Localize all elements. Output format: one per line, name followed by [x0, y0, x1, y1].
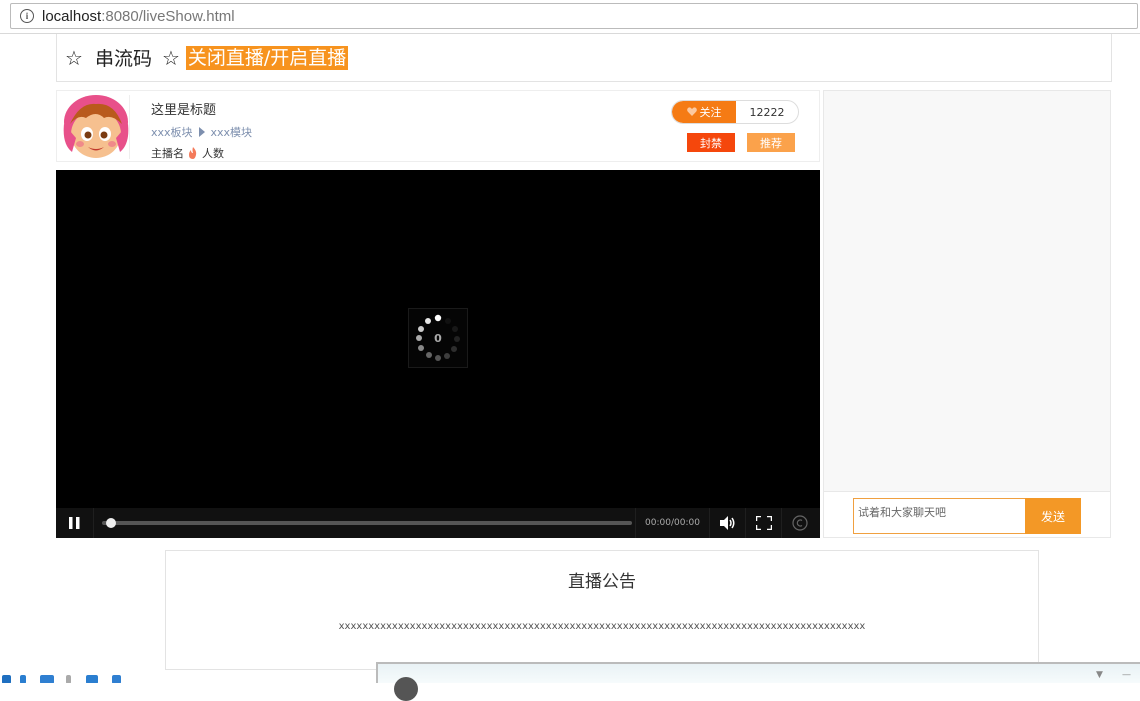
- divider: [129, 95, 130, 159]
- floating-widget[interactable]: ▼ —: [376, 662, 1140, 701]
- toggle-live-button[interactable]: 关闭直播/开启直播: [185, 45, 349, 70]
- stream-key-header: ☆ 串流码 ☆ 关闭直播/开启直播: [56, 34, 1112, 82]
- microphone-icon[interactable]: [20, 675, 26, 683]
- triangle-right-icon: [198, 127, 205, 137]
- anchor-name: 主播名: [151, 147, 184, 160]
- viewer-count-label: 人数: [202, 147, 224, 160]
- time-display: 00:00/00:00: [635, 508, 710, 538]
- chat-input-bar: 发送: [824, 491, 1110, 537]
- chat-input[interactable]: [853, 498, 1026, 534]
- fullscreen-icon[interactable]: [746, 508, 782, 538]
- system-tray: [0, 673, 126, 683]
- chevron-down-icon[interactable]: ▼: [1096, 670, 1106, 680]
- avatar: [394, 677, 418, 701]
- minimize-icon[interactable]: —: [1122, 670, 1132, 680]
- volume-icon[interactable]: [710, 508, 746, 538]
- browser-toolbar: i localhost:8080/liveShow.html: [0, 0, 1140, 34]
- recommend-button[interactable]: 推荐: [747, 133, 795, 152]
- avatar: [63, 95, 129, 158]
- follow-button[interactable]: 关注: [672, 101, 736, 123]
- star-icon: ☆: [161, 45, 180, 70]
- dot-icon: [66, 675, 71, 683]
- stream-key-label: 串流码: [94, 48, 152, 70]
- url-text[interactable]: localhost:8080/liveShow.html: [42, 8, 235, 25]
- fire-icon: [189, 147, 197, 159]
- chat-panel: 发送: [823, 90, 1111, 538]
- follow-label: 关注: [699, 106, 722, 119]
- progress-knob[interactable]: [106, 518, 116, 528]
- video-player[interactable]: 0 00:00/00:00: [56, 170, 820, 538]
- room-info-bar: 这里是标题 xxx板块 xxx模块 主播名 人数 关注 12222 封禁 推荐: [56, 90, 820, 162]
- progress-bar[interactable]: [102, 508, 632, 538]
- follower-count: 12222: [749, 105, 785, 119]
- breadcrumb: xxx板块 xxx模块: [151, 124, 252, 140]
- pause-icon[interactable]: [56, 508, 94, 538]
- keyboard-icon[interactable]: [40, 675, 54, 683]
- board-link[interactable]: xxx板块: [151, 124, 193, 140]
- announcement-panel: 直播公告 xxxxxxxxxxxxxxxxxxxxxxxxxxxxxxxxxxx…: [165, 550, 1039, 670]
- player-controls: 00:00/00:00: [56, 508, 820, 538]
- settings-icon[interactable]: [782, 508, 818, 538]
- star-icon: ☆: [65, 45, 83, 70]
- progress-track: [102, 521, 632, 525]
- address-bar[interactable]: i localhost:8080/liveShow.html: [10, 3, 1138, 29]
- room-title: 这里是标题: [151, 103, 217, 118]
- follow-widget: 关注 12222: [671, 100, 799, 124]
- shirt-icon[interactable]: [86, 675, 98, 683]
- gear-icon[interactable]: [112, 675, 121, 683]
- ban-button[interactable]: 封禁: [687, 133, 735, 152]
- announcement-title: 直播公告: [568, 572, 636, 592]
- announcement-body: xxxxxxxxxxxxxxxxxxxxxxxxxxxxxxxxxxxxxxxx…: [338, 621, 866, 632]
- loading-percent: 0: [434, 331, 442, 345]
- loading-spinner: 0: [408, 308, 468, 368]
- anchor-line: 主播名 人数: [151, 145, 224, 161]
- send-button[interactable]: 发送: [1025, 498, 1081, 534]
- info-icon[interactable]: i: [20, 9, 34, 23]
- heart-icon: [686, 106, 697, 119]
- tray-icon[interactable]: [2, 675, 11, 683]
- module-link[interactable]: xxx模块: [211, 124, 253, 140]
